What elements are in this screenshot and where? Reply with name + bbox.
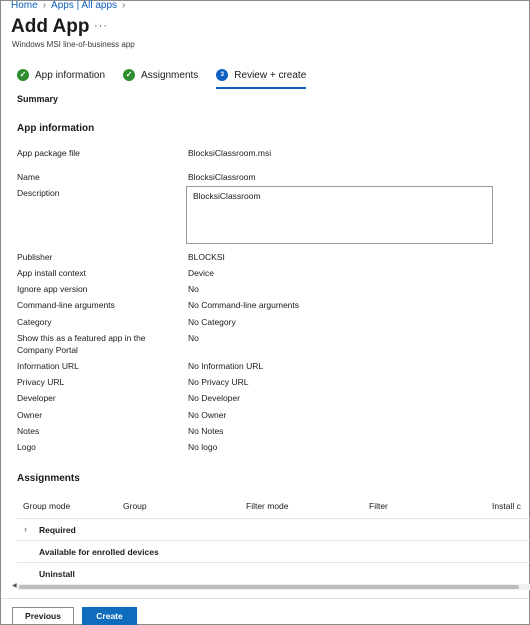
field-label-line2: Company Portal <box>17 345 78 355</box>
group-available-enrolled: Available for enrolled devices <box>39 547 159 557</box>
breadcrumb-home-link[interactable]: Home <box>11 0 38 11</box>
scroll-left-arrow-icon[interactable]: ◀ <box>12 582 17 589</box>
app-information-heading: App information <box>17 123 95 134</box>
field-label: Publisher <box>17 252 53 262</box>
footer-divider <box>1 598 529 599</box>
row-divider <box>17 540 530 541</box>
breadcrumb-apps-link[interactable]: Apps | All apps <box>51 0 117 11</box>
column-header-group[interactable]: Group <box>123 501 147 511</box>
step-label: Assignments <box>141 69 199 81</box>
field-label-line1: Show this as a featured app in the <box>17 333 146 343</box>
window-frame <box>0 0 530 625</box>
field-label: App package file <box>17 148 80 158</box>
wizard-steps: ✓ App information ✓ Assignments 3 Review… <box>17 65 324 89</box>
summary-heading: Summary <box>17 94 59 104</box>
field-label: Ignore app version <box>17 284 88 294</box>
row-divider <box>17 518 530 519</box>
field-value: Device <box>188 268 214 278</box>
field-value: BlocksiClassroom <box>188 172 256 182</box>
field-value: No Owner <box>188 410 227 420</box>
chevron-right-icon[interactable]: › <box>24 524 27 534</box>
field-label: Notes <box>17 426 40 436</box>
create-button[interactable]: Create <box>82 607 137 625</box>
field-label: Privacy URL <box>17 377 65 387</box>
column-header-install-context[interactable]: Install c <box>492 501 529 511</box>
field-label: Command-line arguments <box>17 300 115 310</box>
field-value: No logo <box>188 442 218 452</box>
field-label: Name <box>17 172 40 182</box>
field-value: BlocksiClassroom.msi <box>188 148 272 158</box>
field-value: No <box>188 333 199 343</box>
field-label: Category <box>17 317 52 327</box>
column-header-group-mode[interactable]: Group mode <box>23 501 70 511</box>
description-textbox: BlocksiClassroom <box>186 186 493 244</box>
field-value: No Developer <box>188 393 240 403</box>
more-options-button[interactable]: ··· <box>94 20 108 32</box>
scrollbar-thumb[interactable] <box>19 585 519 589</box>
page-title: Add App <box>11 16 90 37</box>
field-label: Logo <box>17 442 36 452</box>
field-value: No Information URL <box>188 361 264 371</box>
step-number-badge: 3 <box>216 69 229 81</box>
page-subtitle: Windows MSI line-of-business app <box>12 40 135 49</box>
column-header-filter[interactable]: Filter <box>369 501 388 511</box>
field-label: Developer <box>17 393 56 403</box>
field-label: Owner <box>17 410 43 420</box>
field-label: Description <box>17 188 60 198</box>
checkmark-icon: ✓ <box>123 69 136 81</box>
horizontal-scrollbar[interactable] <box>17 584 530 590</box>
field-value: No Notes <box>188 426 224 436</box>
step-label: App information <box>35 69 106 81</box>
group-required[interactable]: Required <box>39 525 76 535</box>
chevron-right-icon: › <box>122 0 126 11</box>
field-value: No <box>188 284 199 294</box>
description-text: BlocksiClassroom <box>193 191 261 201</box>
step-assignments[interactable]: ✓ Assignments <box>123 65 198 85</box>
column-header-filter-mode[interactable]: Filter mode <box>246 501 289 511</box>
step-label: Review + create <box>234 69 307 81</box>
step-app-information[interactable]: ✓ App information <box>17 65 105 85</box>
field-label: App install context <box>17 268 86 278</box>
checkmark-icon: ✓ <box>17 69 29 81</box>
field-value: No Category <box>188 317 236 327</box>
field-label: Information URL <box>17 361 79 371</box>
group-uninstall: Uninstall <box>39 569 75 579</box>
field-value: No Privacy URL <box>188 377 249 387</box>
step-review-create[interactable]: 3 Review + create <box>216 65 307 89</box>
previous-button[interactable]: Previous <box>12 607 74 625</box>
row-divider <box>17 562 530 563</box>
field-value: No Command-line arguments <box>188 300 300 310</box>
assignments-heading: Assignments <box>17 473 80 484</box>
field-value: BLOCKSI <box>188 252 225 262</box>
breadcrumb: Home › Apps | All apps › <box>11 0 125 11</box>
chevron-right-icon: › <box>42 0 47 11</box>
